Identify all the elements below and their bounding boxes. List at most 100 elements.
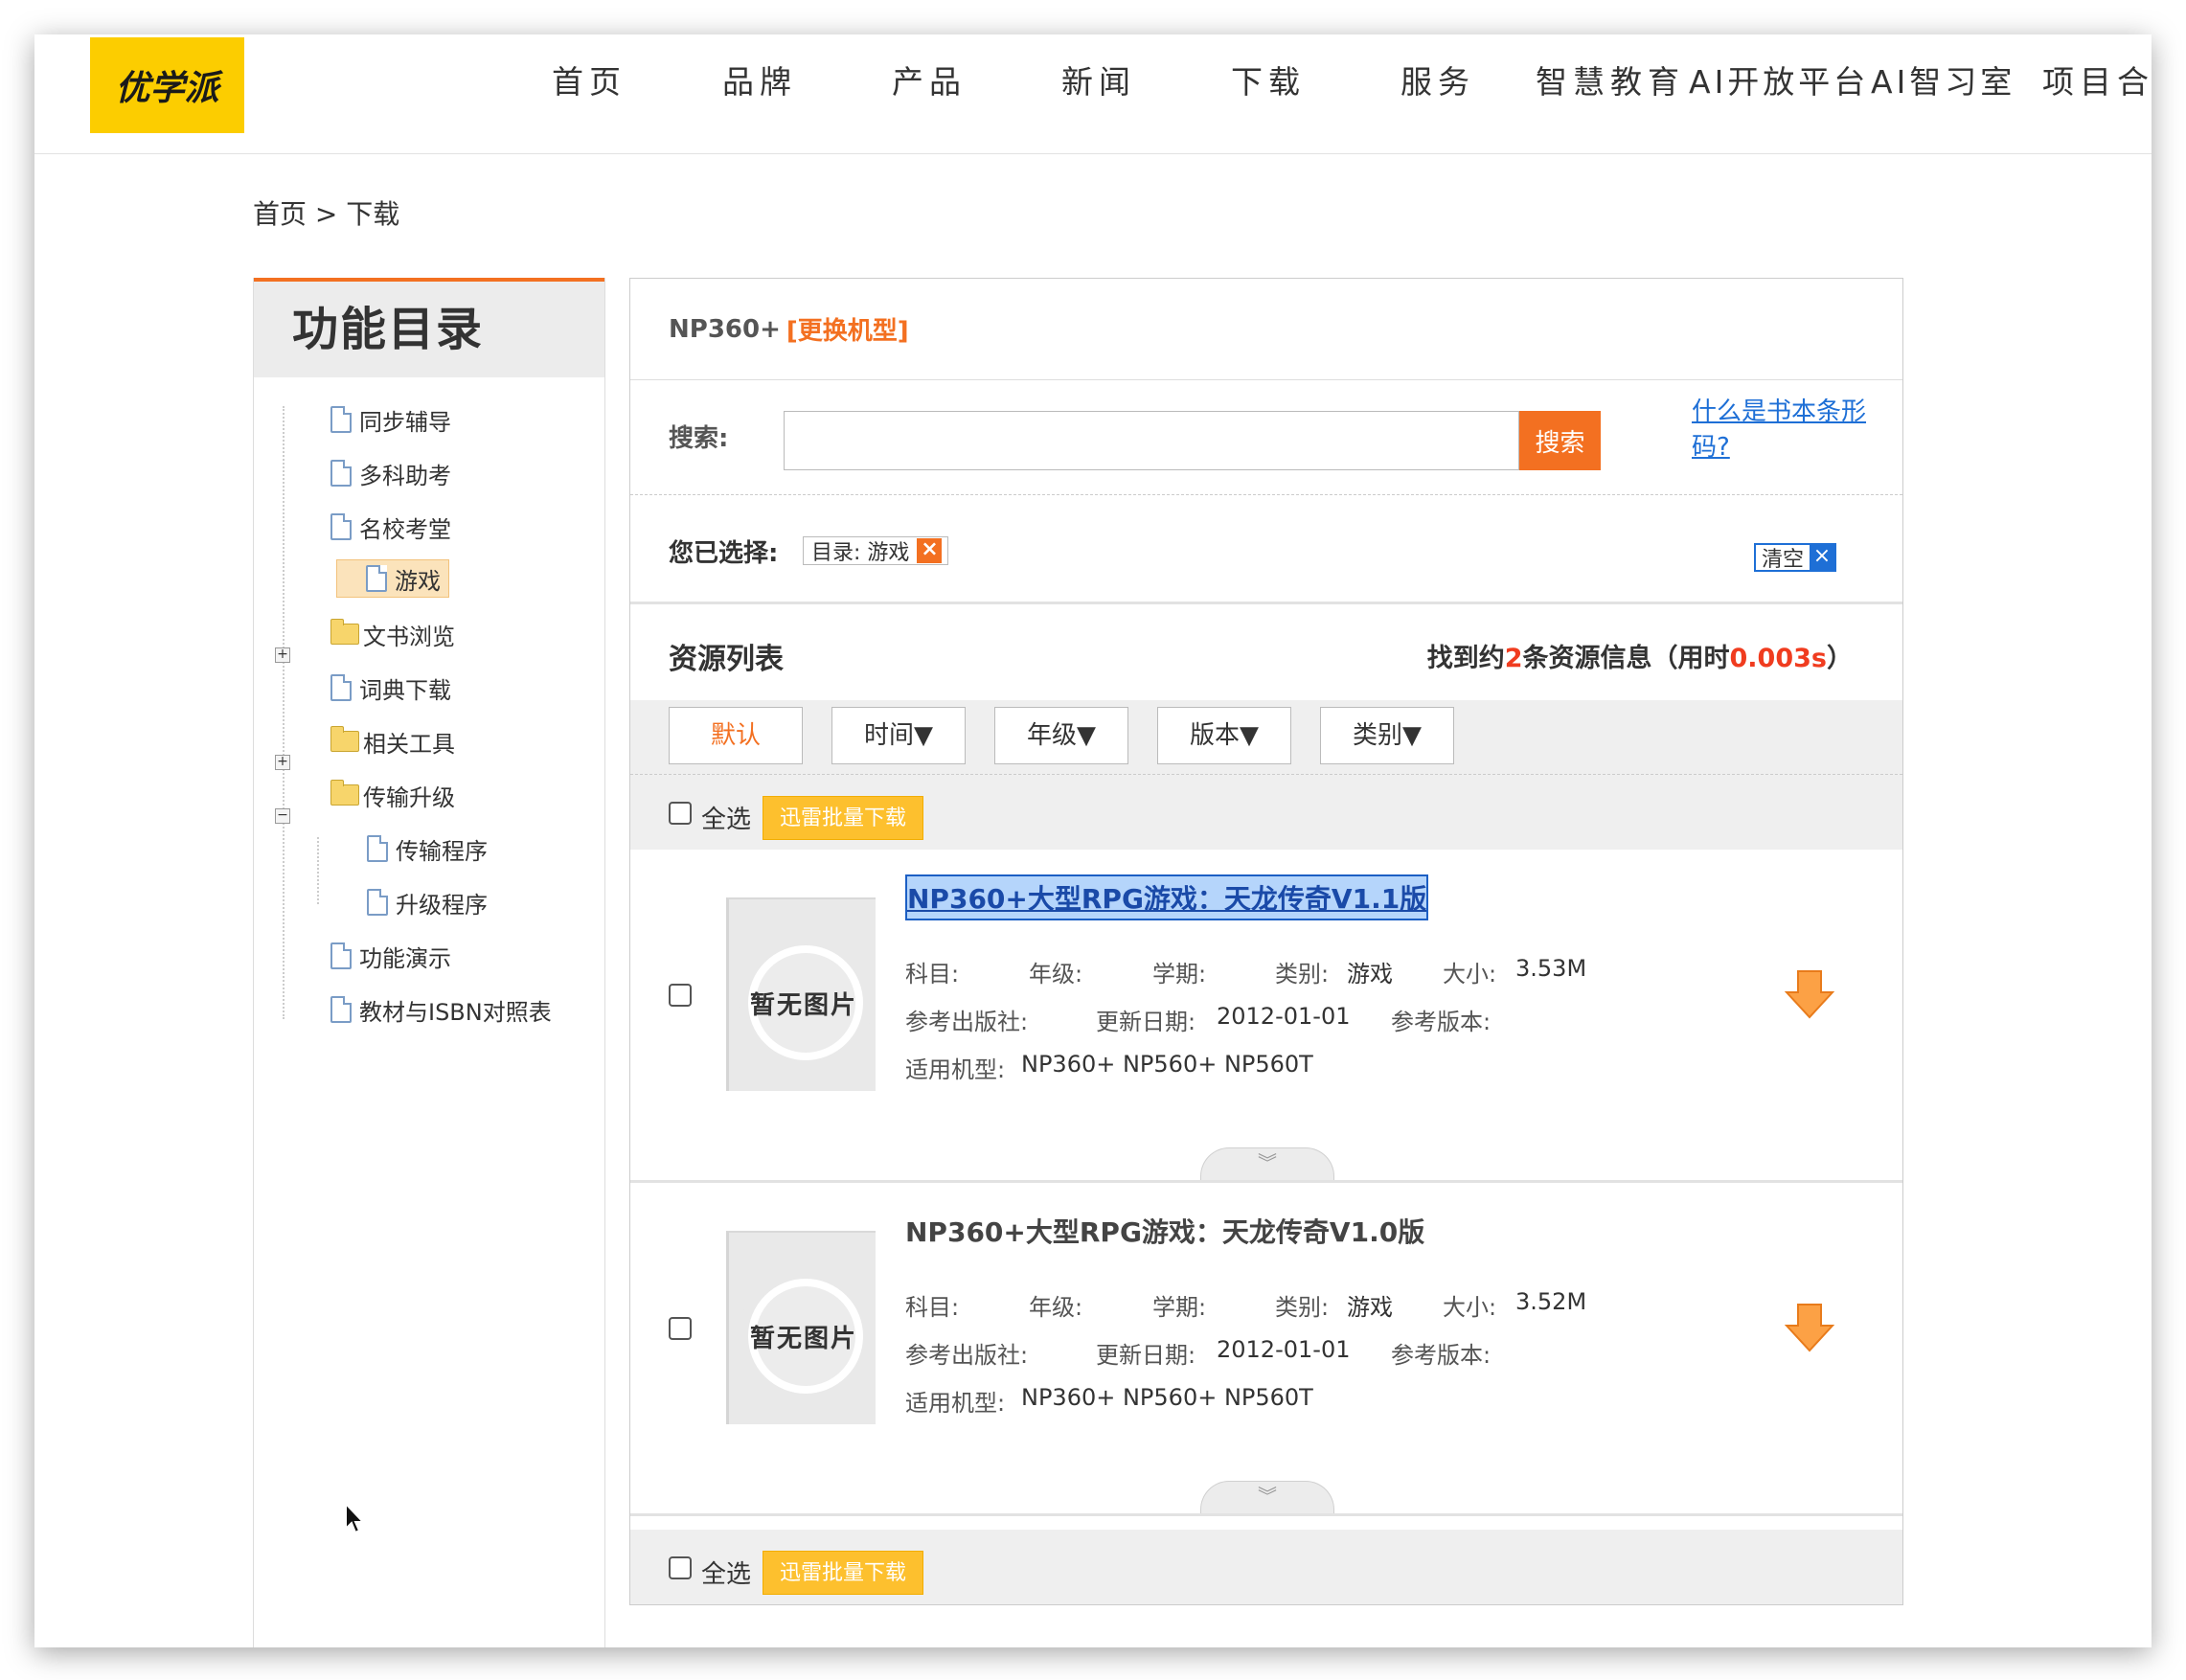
result-count: 2 bbox=[1504, 644, 1523, 673]
document-icon bbox=[366, 565, 387, 592]
search-button[interactable]: 搜索 bbox=[1519, 411, 1601, 470]
site-logo[interactable]: 优学派 bbox=[90, 37, 244, 133]
sort-version-button[interactable]: 版本▼ bbox=[1157, 707, 1291, 764]
item-grade: 年级: bbox=[1029, 961, 1083, 988]
collapse-toggle[interactable]: − bbox=[275, 808, 290, 824]
tree-item-upgrade-program[interactable]: 升级程序 bbox=[367, 883, 488, 921]
download-arrow-icon[interactable] bbox=[1785, 969, 1834, 1021]
browser-window: 优学派 首页 品牌 产品 新闻 下载 服务 智慧教育 AI开放平台 AI智习室 … bbox=[34, 34, 2152, 1647]
item-category-label: 类别: bbox=[1275, 961, 1330, 988]
item-size-label: 大小: bbox=[1443, 961, 1497, 988]
tree-item-feature-demo[interactable]: 功能演示 bbox=[330, 937, 451, 975]
tree-item-label: 教材与ISBN对照表 bbox=[359, 998, 552, 1026]
folder-open-icon bbox=[330, 780, 359, 806]
item-date-label: 更新日期: bbox=[1096, 1009, 1196, 1035]
remove-filter-icon[interactable]: × bbox=[917, 538, 943, 563]
thumbnail-placeholder: 暂无图片 bbox=[726, 897, 876, 1091]
filter-chip: 目录: 游戏 × bbox=[803, 536, 949, 565]
tree-item-textbook-isbn[interactable]: 教材与ISBN对照表 bbox=[330, 990, 552, 1029]
batch-download-button[interactable]: 迅雷批量下载 bbox=[763, 796, 923, 840]
tree-item-transfer-program[interactable]: 传输程序 bbox=[367, 829, 488, 868]
tree-item-related-tools[interactable]: 相关工具 bbox=[330, 722, 455, 761]
nav-cooperation[interactable]: 项目合作 bbox=[2042, 54, 2152, 111]
document-icon bbox=[330, 460, 352, 487]
download-arrow-icon[interactable] bbox=[1785, 1303, 1834, 1354]
select-all-checkbox[interactable] bbox=[669, 802, 692, 825]
thumbnail-placeholder: 暂无图片 bbox=[726, 1231, 876, 1424]
search-input[interactable] bbox=[784, 411, 1519, 470]
nav-news[interactable]: 新闻 bbox=[1061, 54, 1136, 111]
item-version: 参考版本: bbox=[1391, 1009, 1491, 1035]
item-category-label: 类别: bbox=[1275, 1294, 1330, 1321]
item-size-label: 大小: bbox=[1443, 1294, 1497, 1321]
expand-details-tab[interactable]: ︾ bbox=[1200, 1147, 1334, 1180]
tree-item-dictionary-download[interactable]: 词典下载 bbox=[330, 669, 451, 707]
change-model-link[interactable]: [更换机型] bbox=[786, 311, 909, 347]
nav-brand[interactable]: 品牌 bbox=[722, 54, 797, 111]
tree-item-label: 同步辅导 bbox=[359, 408, 451, 436]
tree-item-label: 功能演示 bbox=[359, 944, 451, 972]
expand-toggle[interactable]: + bbox=[275, 647, 290, 663]
item-subject: 科目: bbox=[905, 961, 960, 988]
tree-item-label: 传输升级 bbox=[363, 783, 455, 811]
tree-item-label: 多科助考 bbox=[359, 462, 451, 489]
tree-item-exam-assist[interactable]: 多科助考 bbox=[330, 454, 451, 492]
tree-item-label: 升级程序 bbox=[396, 891, 488, 919]
sort-grade-button[interactable]: 年级▼ bbox=[994, 707, 1128, 764]
resource-list-title: 资源列表 bbox=[669, 643, 784, 676]
nav-ai-study-room[interactable]: AI智习室 bbox=[1871, 54, 2015, 111]
result-summary: 找到约2条资源信息（用时0.003s） bbox=[1426, 644, 1853, 673]
document-icon bbox=[330, 406, 352, 433]
tree-item-label: 名校考堂 bbox=[359, 515, 451, 543]
tree-item-famous-school[interactable]: 名校考堂 bbox=[330, 508, 451, 546]
expand-toggle[interactable]: + bbox=[275, 755, 290, 770]
item-title[interactable]: NP360+大型RPG游戏：天龙传奇V1.0版 bbox=[905, 1212, 1424, 1250]
breadcrumb[interactable]: 首页 > 下载 bbox=[253, 193, 399, 232]
folder-icon bbox=[330, 619, 359, 645]
select-all-checkbox[interactable] bbox=[669, 1556, 692, 1579]
document-icon bbox=[330, 513, 352, 540]
nav-download[interactable]: 下载 bbox=[1231, 54, 1306, 111]
tree-item-sync-tutoring[interactable]: 同步辅导 bbox=[330, 400, 451, 439]
nav-smart-education[interactable]: 智慧教育 bbox=[1536, 54, 1685, 111]
folder-icon bbox=[330, 726, 359, 752]
item-title[interactable]: NP360+大型RPG游戏：天龙传奇V1.1版 bbox=[905, 874, 1429, 920]
result-time: 0.003s bbox=[1729, 644, 1827, 673]
expand-details-tab[interactable]: ︾ bbox=[1200, 1481, 1334, 1513]
nav-products[interactable]: 产品 bbox=[892, 54, 967, 111]
item-term: 学期: bbox=[1152, 1294, 1207, 1321]
tree-item-document-browse[interactable]: 文书浏览 bbox=[330, 615, 455, 653]
tree-item-transfer-upgrade[interactable]: 传输升级 bbox=[330, 776, 455, 814]
tree-item-label: 相关工具 bbox=[363, 730, 455, 758]
tree-item-label: 游戏 bbox=[395, 567, 441, 595]
sort-bar: 默认 时间▼ 年级▼ 版本▼ 类别▼ bbox=[630, 700, 1902, 775]
sidebar-title: 功能目录 bbox=[254, 282, 604, 377]
nav-home[interactable]: 首页 bbox=[552, 54, 626, 111]
thumbnail-text: 暂无图片 bbox=[749, 1325, 857, 1353]
nav-services[interactable]: 服务 bbox=[1400, 54, 1475, 111]
download-panel: NP360+ [更换机型] 搜索: 搜索 什么是书本条形码? 您已选择: 目录:… bbox=[629, 278, 1903, 1605]
document-icon bbox=[367, 835, 388, 862]
item-checkbox[interactable] bbox=[669, 1317, 692, 1340]
sort-category-button[interactable]: 类别▼ bbox=[1320, 707, 1454, 764]
item-version: 参考版本: bbox=[1391, 1342, 1491, 1369]
clear-filters-button[interactable]: 清空 × bbox=[1754, 543, 1837, 572]
item-checkbox[interactable] bbox=[669, 984, 692, 1007]
function-sidebar: 功能目录 同步辅导 多科助考 名校考堂 游戏 + 文书浏览 词典下载 + 相关工… bbox=[253, 278, 605, 1647]
batch-download-button[interactable]: 迅雷批量下载 bbox=[763, 1551, 923, 1595]
item-models: NP360+ NP560+ NP560T bbox=[1021, 1051, 1313, 1078]
document-icon bbox=[330, 942, 352, 969]
tree-item-games[interactable]: 游戏 bbox=[336, 559, 449, 598]
close-icon: × bbox=[1810, 545, 1835, 570]
thumbnail-text: 暂无图片 bbox=[749, 991, 857, 1020]
select-all-label: 全选 bbox=[701, 806, 752, 834]
selected-filters-row: 您已选择: 目录: 游戏 × 清空 × bbox=[630, 495, 1902, 604]
tree-item-label: 传输程序 bbox=[396, 837, 488, 865]
item-size: 3.53M bbox=[1515, 955, 1587, 982]
sort-default-button[interactable]: 默认 bbox=[669, 707, 803, 764]
document-icon bbox=[367, 889, 388, 916]
sort-time-button[interactable]: 时间▼ bbox=[831, 707, 966, 764]
nav-ai-platform[interactable]: AI开放平台 bbox=[1689, 54, 1869, 111]
site-header: 优学派 首页 品牌 产品 新闻 下载 服务 智慧教育 AI开放平台 AI智习室 … bbox=[34, 34, 2152, 154]
isbn-help-link[interactable]: 什么是书本条形码? bbox=[1692, 392, 1902, 463]
